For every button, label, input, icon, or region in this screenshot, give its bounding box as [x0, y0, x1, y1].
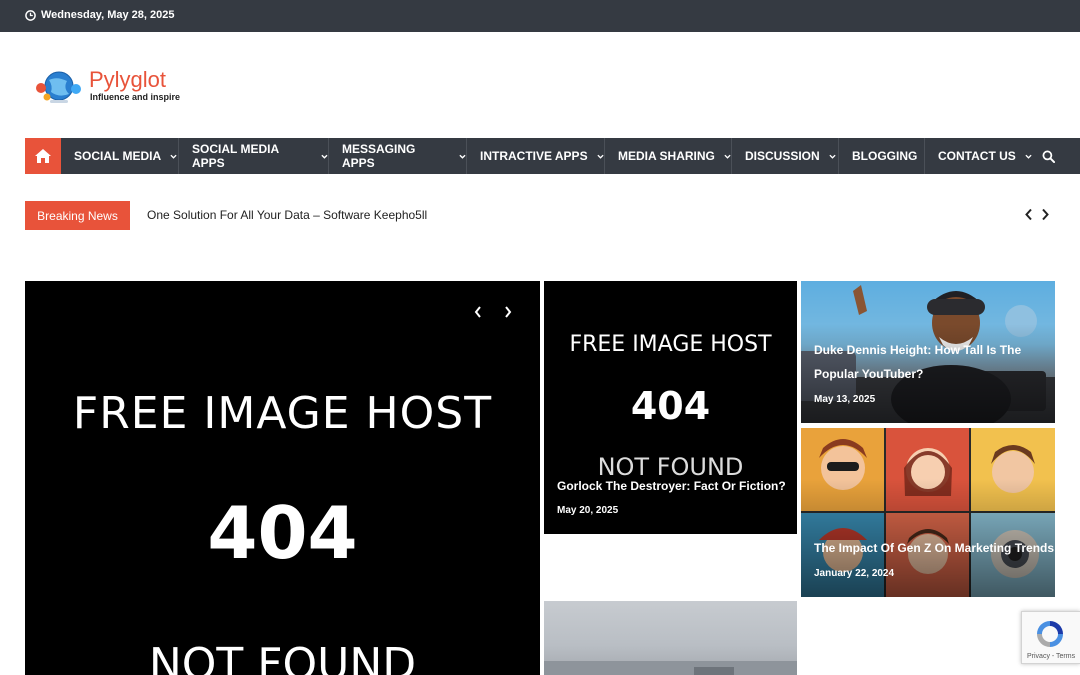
nav-item-blogging[interactable]: BLOGGING	[839, 138, 925, 174]
clock-icon	[25, 10, 36, 21]
slider-prev-icon[interactable]	[473, 305, 483, 319]
post-card-partial[interactable]	[544, 601, 797, 675]
nav-item-social-media[interactable]: SOCIAL MEDIA	[61, 138, 179, 174]
post-card-gorlock[interactable]: FREE IMAGE HOST 404 NOT FOUND Gorlock Th…	[544, 281, 797, 534]
breaking-news-headline[interactable]: One Solution For All Your Data – Softwar…	[147, 208, 427, 222]
placeholder-line1: FREE IMAGE HOST	[569, 332, 772, 357]
site-tagline: Influence and inspire	[90, 92, 181, 102]
current-date: Wednesday, May 28, 2025	[41, 9, 175, 21]
chevron-down-icon	[829, 154, 836, 159]
post-title[interactable]: Gorlock The Destroyer: Fact Or Fiction?	[557, 474, 786, 498]
nav-item-intractive-apps[interactable]: INTRACTIVE APPS	[467, 138, 605, 174]
placeholder-line2: 404	[207, 491, 358, 575]
main-nav: SOCIAL MEDIA SOCIAL MEDIA APPS MESSAGING…	[25, 138, 1080, 174]
chevron-down-icon	[724, 154, 731, 159]
nav-home-button[interactable]	[25, 138, 61, 174]
post-title[interactable]: The Impact Of Gen Z On Marketing Trends	[814, 536, 1054, 560]
chevron-down-icon	[170, 154, 177, 159]
post-date: May 20, 2025	[557, 505, 619, 516]
post-card-duke-dennis[interactable]: Duke Dennis Height: How Tall Is The Popu…	[801, 281, 1055, 423]
top-bar: Wednesday, May 28, 2025	[0, 0, 1080, 32]
featured-slider[interactable]: FREE IMAGE HOST 404 NOT FOUND	[25, 281, 540, 675]
slider-next-icon[interactable]	[503, 305, 513, 319]
chevron-down-icon	[459, 154, 466, 159]
nav-item-social-media-apps[interactable]: SOCIAL MEDIA APPS	[179, 138, 329, 174]
placeholder-line3: NOT FOUND	[148, 639, 417, 675]
recaptcha-icon	[1037, 621, 1063, 647]
home-icon	[35, 149, 51, 163]
post-title[interactable]: Duke Dennis Height: How Tall Is The Popu…	[814, 338, 1021, 386]
logo-globe-icon[interactable]	[33, 68, 83, 106]
search-icon[interactable]	[1042, 150, 1055, 163]
post-date: January 22, 2024	[814, 568, 895, 579]
chevron-right-icon[interactable]	[1040, 208, 1050, 221]
chevron-left-icon[interactable]	[1024, 208, 1034, 221]
chevron-down-icon	[1025, 154, 1032, 159]
post-date: May 13, 2025	[814, 394, 876, 405]
nav-item-media-sharing[interactable]: MEDIA SHARING	[605, 138, 732, 174]
breaking-news-label: Breaking News	[25, 201, 130, 230]
placeholder-line1: FREE IMAGE HOST	[72, 388, 493, 439]
partial-photo	[544, 661, 797, 675]
site-title[interactable]: Pylyglot	[89, 67, 166, 93]
chevron-down-icon	[596, 154, 604, 159]
nav-item-contact-us[interactable]: CONTACT US	[925, 138, 1036, 174]
recaptcha-badge[interactable]: Privacy - Terms	[1021, 611, 1080, 664]
recaptcha-links[interactable]: Privacy - Terms	[1027, 653, 1075, 660]
nav-item-messaging-apps[interactable]: MESSAGING APPS	[329, 138, 467, 174]
placeholder-line2: 404	[630, 384, 711, 428]
nav-item-discussion[interactable]: DISCUSSION	[732, 138, 839, 174]
chevron-down-icon	[321, 154, 328, 159]
post-card-gen-z[interactable]: The Impact Of Gen Z On Marketing Trends …	[801, 428, 1055, 597]
